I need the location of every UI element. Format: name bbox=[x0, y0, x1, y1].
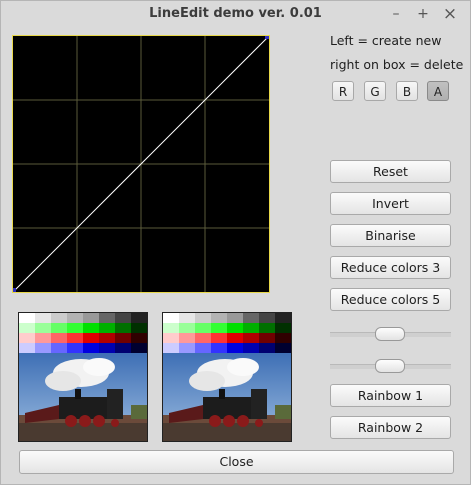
swatch-cell bbox=[195, 313, 211, 323]
swatch-cell bbox=[227, 333, 243, 343]
locomotive-photo bbox=[163, 353, 291, 441]
swatch-cell bbox=[83, 343, 99, 353]
swatch-cell bbox=[67, 333, 83, 343]
result-preview-image bbox=[162, 312, 292, 442]
swatch-cell bbox=[195, 343, 211, 353]
control-point-end[interactable] bbox=[265, 36, 269, 39]
channel-g-button[interactable]: G bbox=[364, 81, 386, 101]
swatch-cell bbox=[35, 343, 51, 353]
swatch-cell bbox=[83, 333, 99, 343]
swatch-cell bbox=[259, 323, 275, 333]
channel-a-button[interactable]: A bbox=[427, 81, 449, 101]
invert-button[interactable]: Invert bbox=[330, 192, 451, 215]
swatch-cell bbox=[179, 343, 195, 353]
swatch-cell bbox=[163, 333, 179, 343]
slider-2[interactable] bbox=[330, 359, 451, 373]
swatch-cell bbox=[131, 323, 147, 333]
swatch-cell bbox=[19, 313, 35, 323]
swatch-cell bbox=[275, 323, 291, 333]
swatch-cell bbox=[163, 313, 179, 323]
maximize-icon[interactable]: + bbox=[414, 5, 432, 23]
swatch-cell bbox=[67, 343, 83, 353]
swatch-cell bbox=[99, 343, 115, 353]
slider-1[interactable] bbox=[330, 327, 451, 341]
channel-r-button[interactable]: R bbox=[332, 81, 354, 101]
curve-canvas[interactable] bbox=[13, 36, 269, 292]
locomotive-photo bbox=[19, 353, 147, 441]
swatch-cell bbox=[115, 343, 131, 353]
reduce-colors-3-button[interactable]: Reduce colors 3 bbox=[330, 256, 451, 279]
swatch-cell bbox=[115, 313, 131, 323]
channel-b-button[interactable]: B bbox=[396, 81, 418, 101]
swatch-cell bbox=[163, 343, 179, 353]
swatch-cell bbox=[243, 313, 259, 323]
slider-1-handle[interactable] bbox=[375, 327, 405, 341]
swatch-cell bbox=[51, 333, 67, 343]
swatch-cell bbox=[67, 323, 83, 333]
swatch-cell bbox=[51, 313, 67, 323]
color-swatch-bars bbox=[163, 313, 291, 353]
swatch-cell bbox=[179, 333, 195, 343]
swatch-cell bbox=[115, 323, 131, 333]
swatch-cell bbox=[179, 313, 195, 323]
swatch-cell bbox=[67, 313, 83, 323]
title-bar[interactable]: LineEdit demo ver. 0.01 – + × bbox=[1, 1, 470, 27]
minimize-icon[interactable]: – bbox=[387, 5, 405, 23]
swatch-cell bbox=[131, 313, 147, 323]
swatch-cell bbox=[99, 333, 115, 343]
rainbow-1-button[interactable]: Rainbow 1 bbox=[330, 384, 451, 407]
swatch-cell bbox=[51, 343, 67, 353]
swatch-cell bbox=[195, 323, 211, 333]
swatch-cell bbox=[195, 333, 211, 343]
swatch-cell bbox=[179, 323, 195, 333]
swatch-cell bbox=[83, 323, 99, 333]
reduce-colors-5-button[interactable]: Reduce colors 5 bbox=[330, 288, 451, 311]
swatch-cell bbox=[243, 333, 259, 343]
swatch-cell bbox=[35, 313, 51, 323]
swatch-cell bbox=[227, 323, 243, 333]
swatch-cell bbox=[259, 343, 275, 353]
swatch-cell bbox=[211, 343, 227, 353]
help-text-left: Left = create new bbox=[330, 33, 442, 48]
swatch-cell bbox=[275, 333, 291, 343]
control-point-start[interactable] bbox=[13, 288, 16, 292]
swatch-cell bbox=[275, 313, 291, 323]
swatch-cell bbox=[35, 323, 51, 333]
swatch-cell bbox=[211, 313, 227, 323]
swatch-cell bbox=[19, 343, 35, 353]
swatch-cell bbox=[131, 333, 147, 343]
close-button[interactable]: Close bbox=[19, 450, 454, 474]
swatch-cell bbox=[259, 313, 275, 323]
rainbow-2-button[interactable]: Rainbow 2 bbox=[330, 416, 451, 439]
help-text-right: right on box = delete bbox=[330, 57, 464, 72]
reset-button[interactable]: Reset bbox=[330, 160, 451, 183]
swatch-cell bbox=[99, 313, 115, 323]
swatch-cell bbox=[211, 323, 227, 333]
swatch-cell bbox=[19, 333, 35, 343]
swatch-cell bbox=[83, 313, 99, 323]
swatch-cell bbox=[163, 323, 179, 333]
slider-2-handle[interactable] bbox=[375, 359, 405, 373]
swatch-cell bbox=[131, 343, 147, 353]
swatch-cell bbox=[211, 333, 227, 343]
swatch-cell bbox=[243, 343, 259, 353]
curve-editor[interactable] bbox=[12, 35, 270, 293]
color-swatch-bars bbox=[19, 313, 147, 353]
swatch-cell bbox=[259, 333, 275, 343]
swatch-cell bbox=[99, 323, 115, 333]
close-icon[interactable]: × bbox=[441, 5, 459, 23]
binarise-button[interactable]: Binarise bbox=[330, 224, 451, 247]
source-preview-image bbox=[18, 312, 148, 442]
swatch-cell bbox=[275, 343, 291, 353]
swatch-cell bbox=[227, 313, 243, 323]
swatch-cell bbox=[35, 333, 51, 343]
swatch-cell bbox=[51, 323, 67, 333]
app-window: LineEdit demo ver. 0.01 – + × Left = cre… bbox=[0, 0, 471, 485]
swatch-cell bbox=[243, 323, 259, 333]
swatch-cell bbox=[227, 343, 243, 353]
swatch-cell bbox=[115, 333, 131, 343]
swatch-cell bbox=[19, 323, 35, 333]
